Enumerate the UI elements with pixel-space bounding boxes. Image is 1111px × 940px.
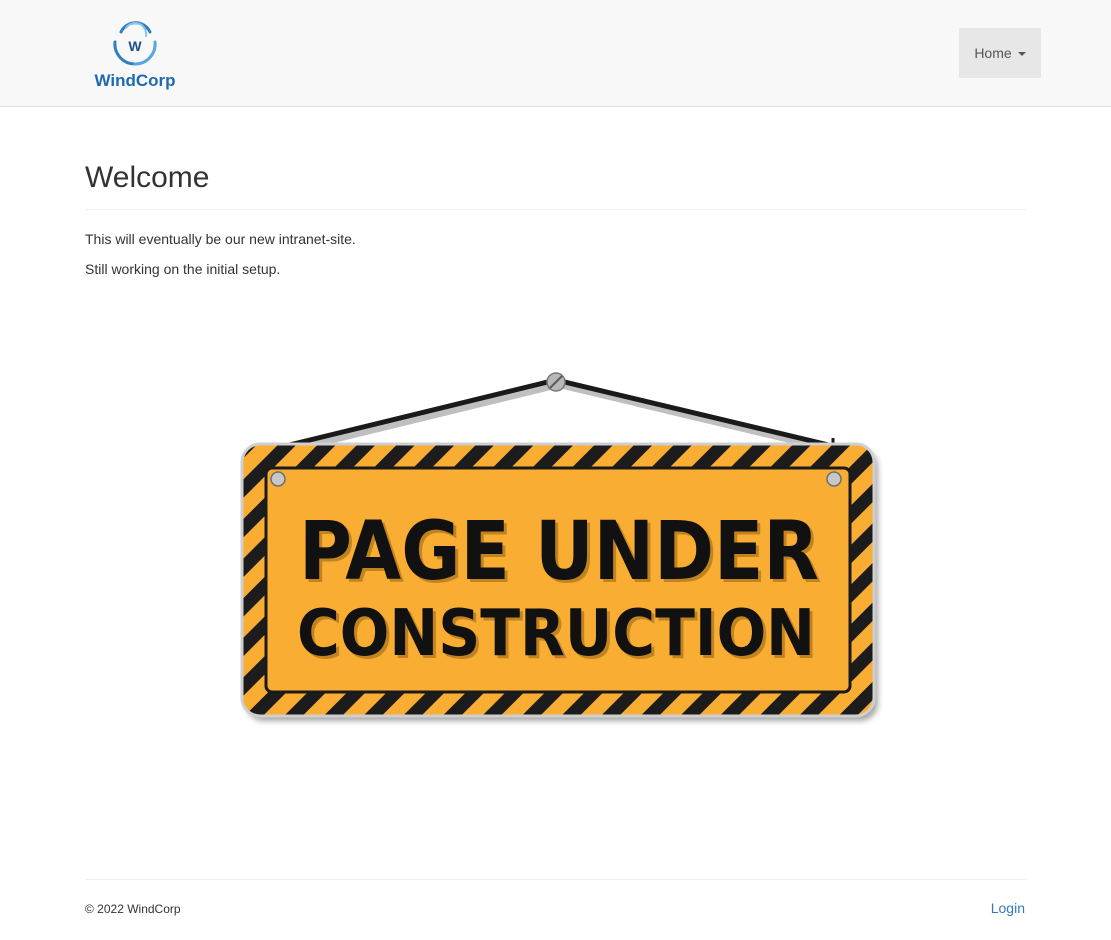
construction-sign-image: PAGE UNDER PAGE UNDER CONSTRUCTION CONST… bbox=[240, 372, 876, 718]
title-divider bbox=[85, 209, 1026, 210]
windcorp-logo-icon: W WindCorp bbox=[94, 21, 176, 90]
logo-letter: W bbox=[128, 38, 142, 54]
home-menu-label: Home bbox=[974, 45, 1012, 61]
footer-divider bbox=[85, 879, 1026, 880]
navbar: W WindCorp Home bbox=[0, 0, 1111, 107]
status-paragraph: Still working on the initial setup. bbox=[85, 261, 281, 277]
page-title: Welcome bbox=[85, 161, 210, 194]
sign-line1: PAGE UNDER bbox=[299, 505, 819, 599]
brand-logo[interactable]: W WindCorp bbox=[88, 18, 182, 94]
logo-text: WindCorp bbox=[94, 71, 175, 90]
login-link[interactable]: Login bbox=[991, 898, 1025, 918]
under-construction-sign: PAGE UNDER PAGE UNDER CONSTRUCTION CONST… bbox=[236, 368, 886, 730]
copyright-text: © 2022 WindCorp bbox=[85, 902, 181, 916]
caret-down-icon bbox=[1017, 52, 1026, 56]
home-dropdown-toggle[interactable]: Home bbox=[959, 28, 1041, 78]
intro-paragraph: This will eventually be our new intranet… bbox=[85, 231, 356, 247]
sign-line2: CONSTRUCTION bbox=[297, 597, 815, 671]
